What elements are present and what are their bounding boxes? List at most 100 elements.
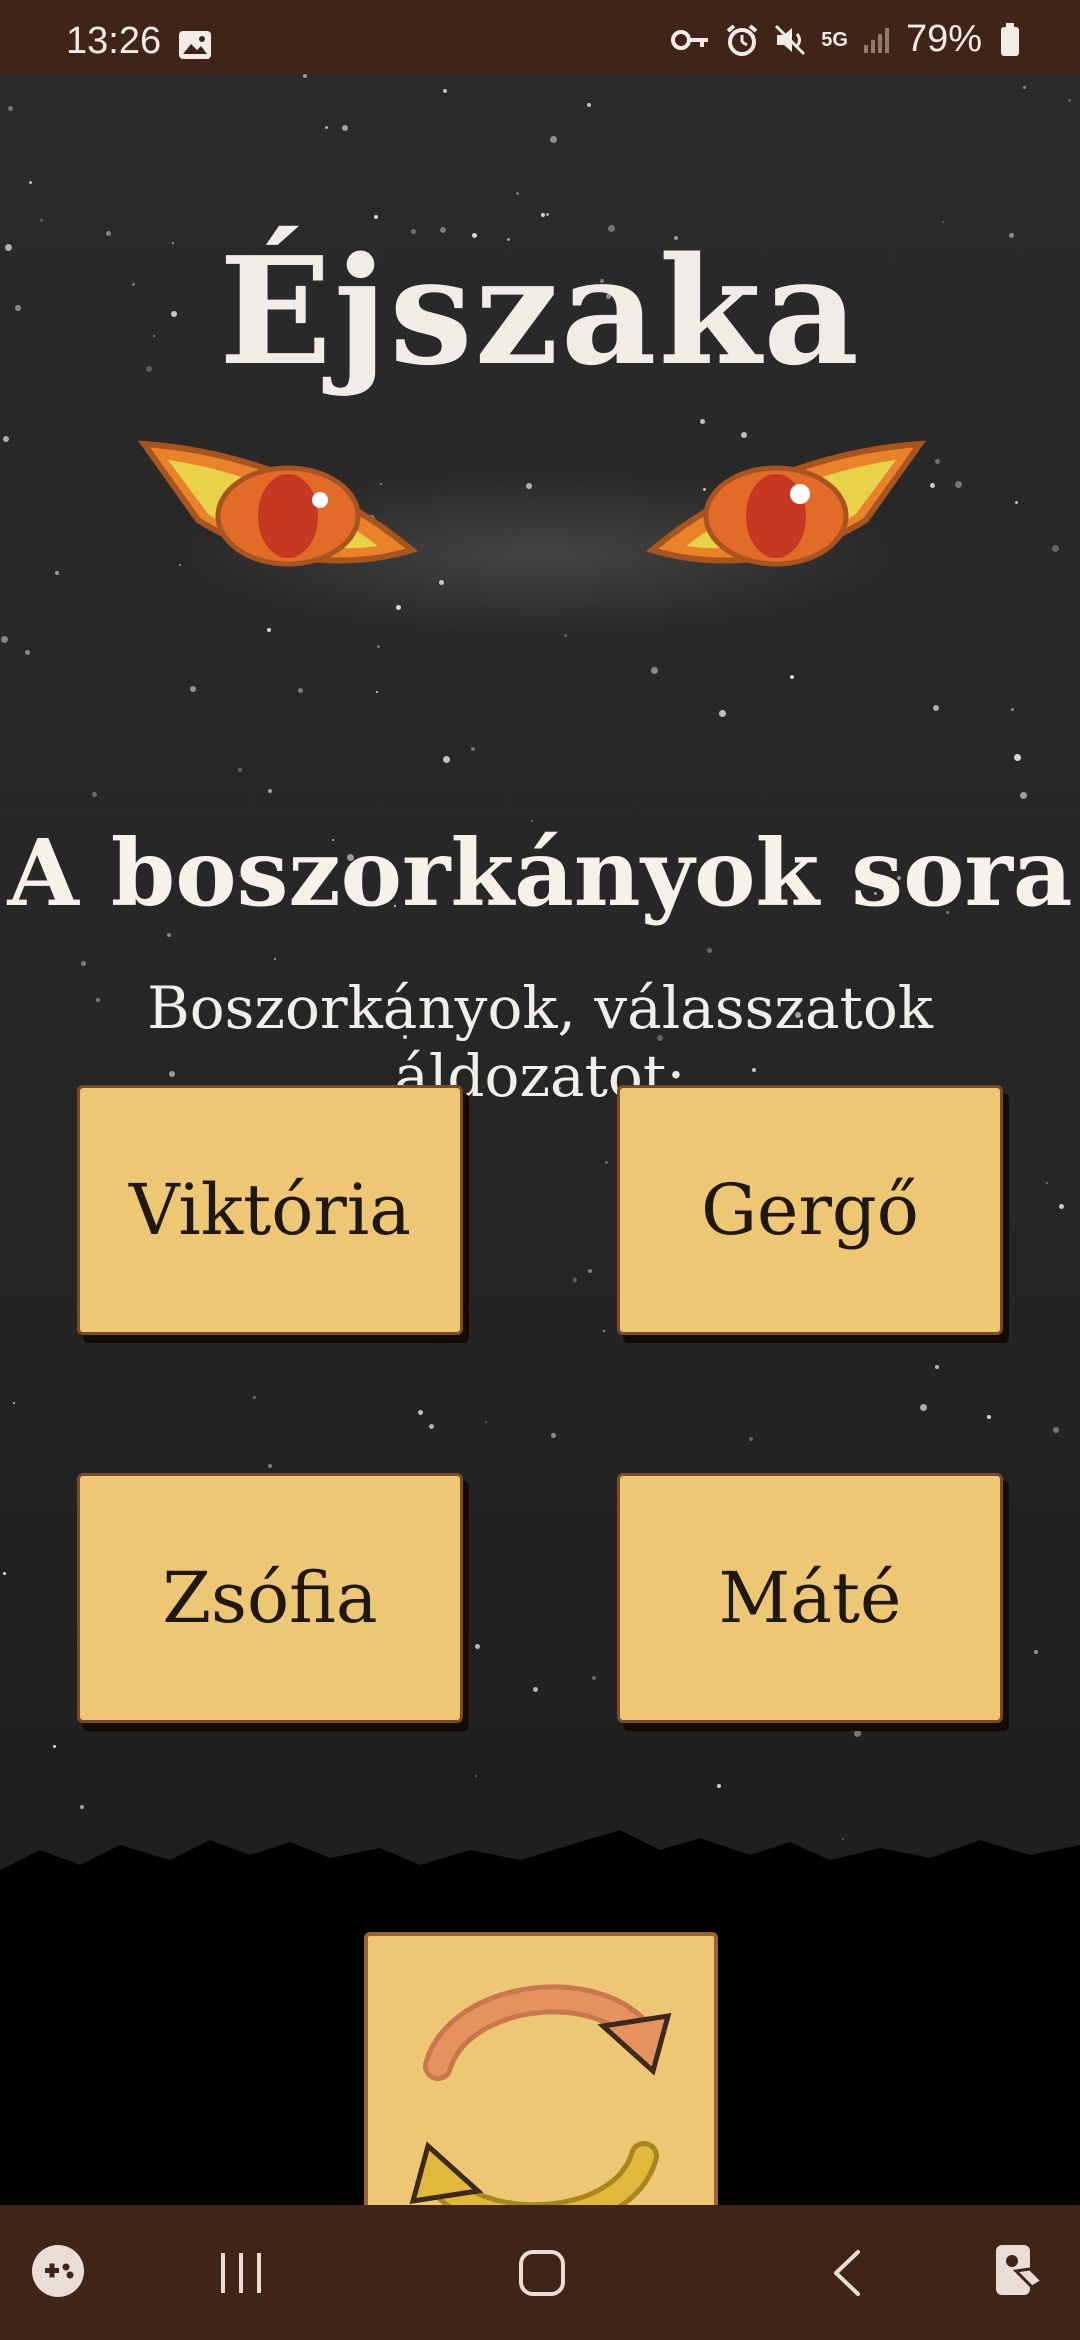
star-decoration bbox=[587, 103, 591, 107]
star-decoration bbox=[533, 1687, 538, 1692]
accessibility-icon[interactable] bbox=[992, 2241, 1048, 2301]
star-decoration bbox=[920, 1404, 927, 1411]
star-decoration bbox=[933, 705, 939, 711]
star-decoration bbox=[396, 605, 401, 610]
star-decoration bbox=[253, 1396, 256, 1399]
star-decoration bbox=[475, 1775, 477, 1777]
player-choice-label: Gergő bbox=[701, 1169, 919, 1251]
status-time: 13:26 bbox=[66, 20, 162, 62]
recents-icon[interactable] bbox=[218, 2251, 264, 2295]
star-decoration bbox=[651, 667, 658, 674]
star-decoration bbox=[1053, 1427, 1059, 1433]
star-decoration bbox=[935, 459, 940, 464]
page-title: Éjszaka bbox=[218, 224, 862, 398]
star-decoration bbox=[80, 1805, 84, 1809]
player-choice-label: Máté bbox=[718, 1557, 902, 1639]
star-decoration bbox=[749, 1437, 753, 1441]
star-decoration bbox=[564, 634, 567, 637]
star-decoration bbox=[25, 650, 30, 655]
star-decoration bbox=[1020, 792, 1027, 799]
star-decoration bbox=[1014, 754, 1021, 761]
game-icon[interactable] bbox=[30, 2243, 86, 2299]
alarm-icon bbox=[726, 23, 758, 56]
star-decoration bbox=[374, 215, 378, 219]
star-decoration bbox=[303, 74, 307, 78]
home-icon[interactable] bbox=[518, 2249, 566, 2297]
battery-percent: 79% bbox=[905, 18, 982, 60]
star-decoration bbox=[443, 89, 447, 93]
star-decoration bbox=[485, 1421, 487, 1423]
star-decoration bbox=[267, 628, 271, 632]
star-decoration bbox=[1059, 1204, 1064, 1209]
star-decoration bbox=[930, 483, 935, 488]
star-decoration bbox=[854, 1730, 861, 1737]
star-decoration bbox=[274, 958, 276, 960]
star-decoration bbox=[1, 636, 8, 643]
image-icon bbox=[179, 31, 211, 59]
player-choice-button[interactable]: Máté bbox=[617, 1473, 1003, 1723]
star-decoration bbox=[546, 213, 549, 216]
mute-icon bbox=[775, 24, 806, 55]
star-decoration bbox=[418, 1410, 423, 1415]
star-decoration bbox=[592, 1676, 596, 1680]
star-decoration bbox=[1068, 99, 1071, 102]
refresh-button[interactable] bbox=[364, 1932, 718, 2209]
star-decoration bbox=[325, 126, 328, 129]
star-decoration bbox=[3, 436, 9, 442]
star-decoration bbox=[707, 948, 712, 953]
star-decoration bbox=[268, 789, 272, 793]
star-decoration bbox=[516, 192, 519, 195]
player-choice-button[interactable]: Zsófia bbox=[77, 1473, 463, 1723]
star-decoration bbox=[342, 125, 348, 131]
star-decoration bbox=[717, 1784, 721, 1788]
star-decoration bbox=[1046, 1182, 1048, 1184]
star-decoration bbox=[1011, 708, 1014, 711]
star-decoration bbox=[942, 221, 944, 223]
star-decoration bbox=[40, 219, 43, 222]
star-decoration bbox=[443, 756, 450, 763]
signal-icon bbox=[863, 27, 889, 53]
star-decoration bbox=[1034, 1650, 1038, 1654]
star-decoration bbox=[700, 419, 705, 424]
right-eye-icon bbox=[646, 440, 926, 567]
star-decoration bbox=[1015, 501, 1018, 504]
star-decoration bbox=[541, 213, 545, 217]
star-decoration bbox=[53, 1745, 56, 1748]
star-decoration bbox=[376, 691, 378, 693]
player-choice-button[interactable]: Viktória bbox=[77, 1085, 463, 1335]
star-decoration bbox=[439, 580, 444, 585]
star-decoration bbox=[588, 1269, 592, 1273]
star-decoration bbox=[987, 1415, 991, 1419]
star-decoration bbox=[471, 747, 475, 751]
night-sky-background: Éjszaka A boszorkányok sora Boszorkányok… bbox=[0, 74, 1080, 1884]
star-decoration bbox=[190, 686, 196, 692]
star-decoration bbox=[1052, 545, 1059, 552]
star-decoration bbox=[167, 933, 171, 937]
back-icon[interactable] bbox=[830, 2249, 866, 2297]
star-decoration bbox=[268, 1464, 272, 1468]
player-choice-button[interactable]: Gergő bbox=[617, 1085, 1003, 1335]
star-decoration bbox=[29, 181, 32, 184]
player-choice-label: Viktória bbox=[129, 1169, 411, 1251]
star-decoration bbox=[526, 483, 532, 489]
star-decoration bbox=[92, 792, 97, 797]
star-decoration bbox=[8, 106, 13, 111]
star-decoration bbox=[603, 1330, 605, 1332]
battery-icon bbox=[1001, 22, 1019, 56]
star-decoration bbox=[298, 688, 303, 693]
star-decoration bbox=[719, 710, 726, 717]
star-decoration bbox=[935, 1365, 939, 1369]
player-choice-label: Zsófia bbox=[162, 1557, 378, 1639]
star-decoration bbox=[377, 645, 380, 648]
star-decoration bbox=[13, 1402, 15, 1404]
star-decoration bbox=[238, 768, 242, 772]
refresh-icon bbox=[409, 1984, 672, 2209]
star-decoration bbox=[573, 1278, 577, 1282]
star-decoration bbox=[551, 1433, 556, 1438]
star-decoration bbox=[429, 1424, 434, 1429]
star-decoration bbox=[55, 571, 59, 575]
navigation-bar bbox=[0, 2205, 1080, 2340]
star-decoration bbox=[550, 136, 557, 143]
left-eye-icon bbox=[138, 440, 418, 567]
star-decoration bbox=[3, 1572, 6, 1575]
